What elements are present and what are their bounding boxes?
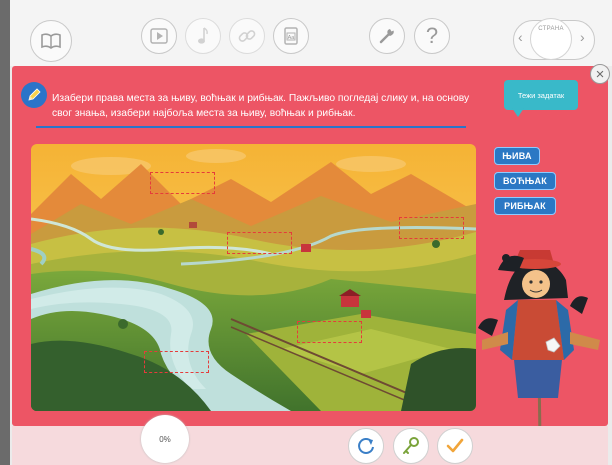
close-icon: × [595, 65, 605, 83]
hard-task-button[interactable]: Тежи задатак [504, 80, 578, 110]
drop-zone[interactable] [144, 351, 209, 373]
key-icon [403, 437, 419, 454]
wrench-icon [379, 29, 394, 44]
next-page-arrow-icon[interactable]: › [580, 30, 585, 44]
question-icon: ? [425, 23, 439, 48]
scarecrow-illustration [478, 240, 606, 441]
checkmark-icon [446, 438, 464, 453]
drop-zone[interactable] [399, 217, 464, 239]
book-button[interactable] [30, 20, 72, 62]
landscape-illustration [31, 144, 476, 411]
drop-zone[interactable] [227, 232, 292, 254]
tag-vocnjak[interactable]: ВОЋЊАК [494, 172, 556, 190]
left-edge-strip [0, 0, 10, 465]
refresh-icon [358, 438, 374, 454]
page-label: СТРАНА [538, 26, 564, 32]
reset-button[interactable] [348, 428, 384, 464]
pencil-badge [21, 82, 47, 108]
music-note-icon [198, 27, 208, 44]
tag-ribnjak[interactable]: РИБЊАК [494, 197, 556, 215]
audio-button[interactable] [185, 18, 221, 54]
book-icon [41, 33, 61, 49]
hint-button[interactable] [393, 428, 429, 464]
play-icon [150, 28, 168, 44]
document-aa-icon: Aa [284, 27, 298, 45]
drop-zone[interactable] [297, 321, 362, 343]
bottom-toolbar [12, 426, 608, 465]
page-number-field[interactable] [530, 18, 572, 60]
link-icon [238, 30, 256, 42]
video-button[interactable] [141, 18, 177, 54]
close-button[interactable]: × [590, 64, 610, 84]
tag-niva[interactable]: ЊИВА [494, 147, 540, 165]
prev-page-arrow-icon[interactable]: ‹ [518, 30, 523, 44]
check-button[interactable] [437, 428, 473, 464]
pencil-icon [28, 88, 41, 101]
dictionary-button[interactable]: Aa [273, 18, 309, 54]
drop-zone[interactable] [150, 172, 215, 194]
help-button[interactable]: ? [414, 18, 450, 54]
svg-text:Aa: Aa [288, 35, 296, 41]
tools-button[interactable] [369, 18, 405, 54]
instruction-text: Изабери права места за њиву, воћњак и ри… [52, 93, 470, 119]
instruction-underline [36, 126, 466, 128]
progress-indicator: 0% [141, 415, 189, 463]
link-button[interactable] [229, 18, 265, 54]
hard-task-tail [512, 108, 524, 117]
